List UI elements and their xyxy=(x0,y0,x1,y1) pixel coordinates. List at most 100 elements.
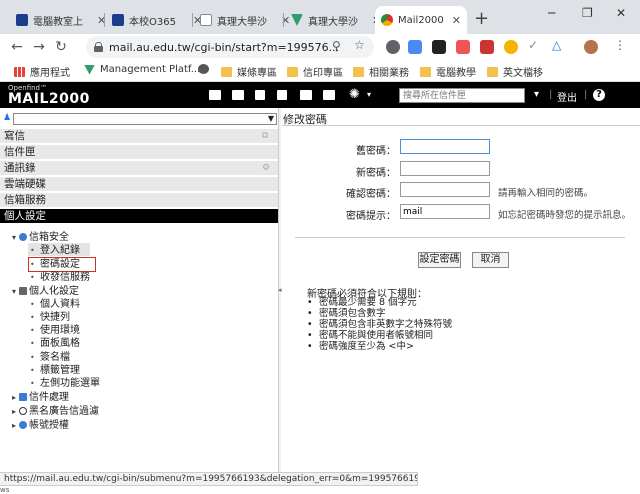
tab-title: 真理大學沙 xyxy=(217,16,267,28)
confirm-password-hint: 請再輸入相同的密碼。 xyxy=(498,188,594,199)
tree-label: 簽名檔 xyxy=(40,352,70,363)
account-select[interactable]: ▼ xyxy=(13,113,277,125)
minimize-icon[interactable]: ─ xyxy=(548,6,555,20)
confirm-password-field[interactable] xyxy=(400,182,490,197)
bookmark-item[interactable]: 英文檔移 xyxy=(487,64,543,79)
menu-compose[interactable]: 寫信 xyxy=(0,129,278,144)
pdf-icon[interactable] xyxy=(456,40,470,54)
bookmark-item[interactable]: 媒條專區 xyxy=(221,64,277,79)
tree-node-personalization[interactable]: ▾ 個人化設定 xyxy=(12,286,79,298)
drive-icon[interactable]: △ xyxy=(552,38,561,52)
zoom-icon[interactable]: ⚲ xyxy=(332,39,341,53)
tree-item-shortcuts[interactable]: • 快捷列 xyxy=(30,312,70,324)
expand-icon[interactable]: ▾ xyxy=(12,286,19,298)
logout-link[interactable]: 登出 xyxy=(557,89,577,104)
menu-cloud-drive[interactable]: 雲端硬碟 xyxy=(0,177,278,192)
password-hint-field[interactable] xyxy=(400,204,490,219)
title-divider xyxy=(282,125,640,126)
set-password-button[interactable]: 設定密碼 xyxy=(418,252,461,268)
close-window-icon[interactable]: ✕ xyxy=(616,6,626,20)
collapse-panel-icon[interactable]: ◂ xyxy=(278,286,282,294)
bookmark-label: Management Platf... xyxy=(100,64,201,75)
browser-tab[interactable]: 真理大學沙 ✕ xyxy=(194,6,296,34)
help-icon[interactable]: ? xyxy=(593,89,605,101)
tree-node-spam-filter[interactable]: ▸ 黑名廣告信過濾 xyxy=(12,406,99,418)
extension-icon[interactable] xyxy=(480,40,494,54)
extension-icon[interactable] xyxy=(386,40,400,54)
tree-item-login-record[interactable]: • 登入紀錄 xyxy=(30,245,80,257)
browser-tab[interactable]: 真理大學沙 ✕ xyxy=(285,6,387,34)
expand-icon[interactable]: ▾ xyxy=(12,232,19,244)
browser-tab[interactable]: 電腦教室上 ✕ xyxy=(10,6,112,34)
password-rules-list: 密碼最少需要 8 個字元 密碼須包含數字 密碼須包含非英數字之特殊符號 密碼不能… xyxy=(307,297,452,352)
tree-item-left-menu[interactable]: • 左側功能選單 xyxy=(30,378,100,390)
collapse-icon[interactable]: ▸ xyxy=(12,420,19,432)
tree-item-password-settings[interactable]: • 密碼設定 xyxy=(30,259,80,271)
list-item: 密碼須包含非英數字之特殊符號 xyxy=(307,319,452,330)
tree-label: 黑名廣告信過濾 xyxy=(29,406,99,417)
browser-tab-active[interactable]: Mail2000 ✕ xyxy=(375,6,467,34)
bookmark-item[interactable]: Management Platf... xyxy=(84,64,200,75)
menu-contacts[interactable]: 通訊錄 xyxy=(0,161,278,176)
new-password-field[interactable] xyxy=(400,161,490,176)
vuetify-icon xyxy=(84,64,95,75)
contacts-icon[interactable] xyxy=(255,90,265,100)
globe-icon xyxy=(198,64,209,74)
folder-icon xyxy=(487,66,498,77)
calendar-icon[interactable] xyxy=(300,90,312,100)
search-input[interactable] xyxy=(399,88,525,103)
bookmark-item[interactable] xyxy=(198,64,214,74)
app-logo: MAIL2000 xyxy=(8,91,90,107)
disk-icon[interactable] xyxy=(277,90,287,100)
gear-icon[interactable]: ✺ xyxy=(349,87,360,102)
forward-icon[interactable]: → xyxy=(28,39,50,55)
search-dropdown-icon[interactable]: ▾ xyxy=(534,89,539,100)
tree-item-environment[interactable]: • 使用環境 xyxy=(30,325,80,337)
maximize-icon[interactable]: ❐ xyxy=(582,6,593,20)
menu-mail-services[interactable]: 信箱服務 xyxy=(0,193,278,208)
bookmark-item[interactable]: 信印專區 xyxy=(287,64,343,79)
tree-item-profile[interactable]: • 個人資料 xyxy=(30,299,80,311)
reload-icon[interactable]: ↻ xyxy=(50,39,72,55)
new-tab-button[interactable]: + xyxy=(474,8,489,29)
tree-item-signature[interactable]: • 簽名檔 xyxy=(30,352,70,364)
check-icon[interactable]: ✓ xyxy=(528,38,538,52)
collapse-icon[interactable]: ▸ xyxy=(12,406,19,418)
user-icon xyxy=(19,421,27,429)
old-password-field[interactable] xyxy=(400,139,490,154)
list-item: 密碼不能與使用者帳號相同 xyxy=(307,330,452,341)
tree-node-delegation[interactable]: ▸ 帳號授權 xyxy=(12,420,69,432)
tree-label: 信件處理 xyxy=(29,392,69,403)
menu-folders[interactable]: 信件匣 xyxy=(0,145,278,160)
lock-icon xyxy=(94,42,103,52)
tree-item-theme[interactable]: • 面板風格 xyxy=(30,338,80,350)
menu-personal-settings[interactable]: 個人設定 xyxy=(0,209,278,224)
cancel-button[interactable]: 取消 xyxy=(472,252,509,268)
inbox-icon[interactable] xyxy=(209,90,221,100)
extension-icon[interactable] xyxy=(432,40,446,54)
tree-node-security[interactable]: ▾ 信箱安全 xyxy=(12,232,69,244)
back-icon[interactable]: ← xyxy=(6,39,28,55)
extension-icon[interactable] xyxy=(408,40,422,54)
tab-title: 電腦教室上 xyxy=(33,16,83,28)
print-icon[interactable] xyxy=(323,90,335,100)
avatar[interactable] xyxy=(584,40,598,54)
bookmark-item[interactable]: 電腦教學 xyxy=(420,64,476,79)
camera-icon[interactable] xyxy=(232,90,244,100)
tree-item-mail-service[interactable]: • 收發信服務 xyxy=(30,272,90,284)
menu-icon[interactable]: ⋮ xyxy=(614,38,626,52)
star-icon[interactable]: ☆ xyxy=(354,38,365,52)
close-icon[interactable]: ✕ xyxy=(452,14,461,27)
bookmark-item[interactable]: 應用程式 xyxy=(14,64,70,79)
password-hint-description: 如忘記密碼時發您的提示訊息。 xyxy=(498,210,632,221)
tree-node-mail-processing[interactable]: ▸ 信件處理 xyxy=(12,392,69,404)
collapse-icon[interactable]: ▸ xyxy=(12,392,19,404)
apps-icon xyxy=(14,66,25,77)
divider: | xyxy=(549,89,553,100)
extension-icon[interactable] xyxy=(504,40,518,54)
bookmark-item[interactable]: 相關業務 xyxy=(353,64,409,79)
tree-item-labels[interactable]: • 標籤管理 xyxy=(30,365,80,377)
new-password-label: 新密碼： xyxy=(356,168,396,179)
chevron-down-icon[interactable]: ▾ xyxy=(367,90,371,99)
address-bar[interactable]: mail.au.edu.tw/cgi-bin/start?m=199576... xyxy=(86,36,374,58)
